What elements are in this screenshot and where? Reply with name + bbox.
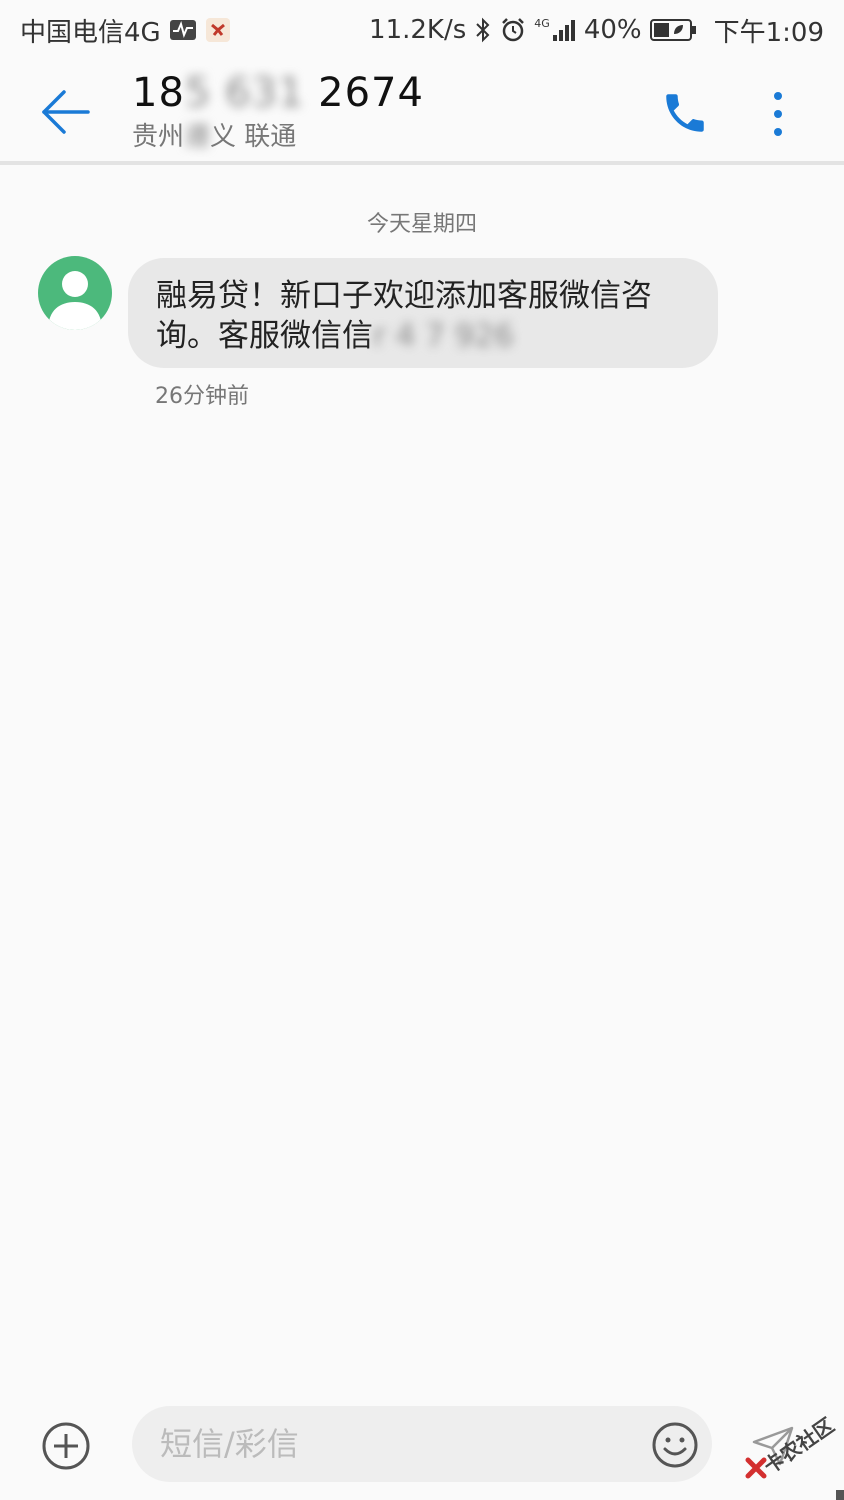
contact-location-head: 贵州 (132, 122, 185, 152)
message-input[interactable] (132, 1406, 712, 1482)
watermark-text: 卡农社区 (759, 1412, 839, 1479)
contact-location-redacted: 遵 (184, 122, 211, 152)
alarm-icon (500, 17, 526, 43)
battery-icon (649, 18, 698, 42)
more-options-button[interactable] (764, 88, 792, 140)
signal-icon: 4G (534, 18, 576, 42)
contact-number-tail: 2674 (304, 70, 424, 116)
back-arrow-icon (42, 90, 90, 134)
contact-number: 185 631 2674 (132, 66, 424, 120)
emoji-button[interactable] (650, 1420, 700, 1470)
app-notification-icon (205, 17, 231, 43)
bluetooth-icon (474, 17, 492, 43)
phone-icon (666, 94, 704, 132)
message-timestamp: 26分钟前 (155, 384, 249, 409)
person-icon (48, 271, 102, 330)
call-button[interactable] (660, 88, 710, 138)
message-composer (0, 1400, 844, 1500)
add-attachment-button[interactable] (40, 1420, 92, 1472)
network-speed: 11.2K/s (369, 15, 467, 45)
back-button[interactable] (38, 88, 94, 136)
contact-number-head: 18 (132, 70, 185, 116)
message-bubble[interactable]: 融易贷！新口子欢迎添加客服微信咨询。客服微信信r 4 7 926 (128, 258, 718, 368)
watermark: 卡农社区 (740, 1410, 840, 1490)
contact-location: 贵州遵义 联通 (132, 120, 424, 154)
corner-indicator (836, 1490, 844, 1500)
message-text-redacted: r 4 7 926 (373, 318, 514, 354)
carrier-label: 中国电信4G (20, 17, 161, 48)
more-vertical-icon (774, 92, 782, 136)
activity-monitor-icon (169, 19, 197, 41)
contact-number-redacted: 5 631 (184, 70, 305, 116)
status-bar-right: 11.2K/s 4G 40% 下午1:09 (369, 12, 824, 49)
contact-title-block: 185 631 2674 贵州遵义 联通 (132, 66, 424, 154)
contact-location-tail: 义 联通 (210, 122, 297, 152)
add-circle-icon (42, 1422, 90, 1470)
conversation-header: 185 631 2674 贵州遵义 联通 (0, 60, 844, 165)
clock: 下午1:09 (713, 17, 824, 48)
status-bar-left: 中国电信4G (20, 12, 231, 49)
emoji-icon (652, 1422, 698, 1468)
signal-type-label: 4G (534, 17, 550, 30)
status-bar: 中国电信4G 11.2K/s 4G 40% 下午1:09 (0, 0, 844, 60)
date-separator: 今天星期四 (366, 212, 477, 237)
contact-avatar[interactable] (38, 256, 112, 330)
battery-percent: 40% (583, 15, 642, 45)
